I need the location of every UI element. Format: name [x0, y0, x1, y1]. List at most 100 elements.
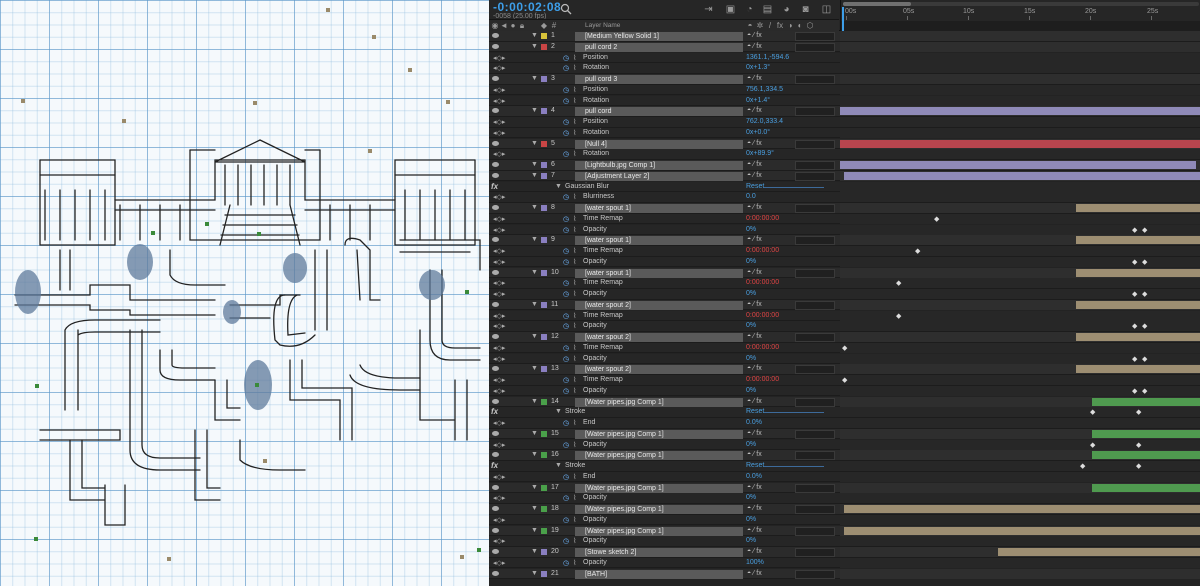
layer-duration-bar[interactable]	[844, 171, 1200, 180]
property-row[interactable]: ◂◇▸ ◷ ⌇ End 0.0%	[489, 418, 1200, 429]
timeline-track[interactable]	[840, 557, 1200, 568]
property-value[interactable]: 0:00:00:00	[746, 215, 779, 222]
layer-name[interactable]: [water spout 2]	[575, 300, 743, 310]
keyframe-navigator-icon[interactable]: ◂◇▸	[493, 441, 505, 449]
layer-switches[interactable]: ◓ ⁄ fx	[747, 505, 762, 512]
property-value[interactable]: 0%	[746, 516, 756, 523]
property-value[interactable]: 0x+1.4°	[746, 97, 770, 104]
keyframe-icon[interactable]: ◆	[1142, 322, 1147, 330]
parent-link-dropdown[interactable]	[795, 451, 835, 461]
graph-icon[interactable]: ⌇	[573, 279, 576, 287]
expand-twirl-icon[interactable]: ▼	[531, 548, 538, 555]
visibility-eye-icon[interactable]	[492, 430, 499, 436]
timeline-track[interactable]	[840, 525, 1200, 536]
timeline-track[interactable]	[840, 41, 1200, 52]
layer-name[interactable]: [Water pipes.jpg Comp 1]	[575, 483, 743, 493]
property-value[interactable]: 100%	[746, 559, 764, 566]
timeline-track[interactable]	[840, 95, 1200, 106]
property-row[interactable]: ◂◇▸ ◷ ⌇ Rotation 0x+89.9°	[489, 149, 1200, 160]
graph-icon[interactable]: ⌇	[573, 355, 576, 363]
layer-row[interactable]: ▼ 12 [water spout 2] ◓ ⁄ fx	[489, 332, 1200, 343]
keyframe-navigator-icon[interactable]: ◂◇▸	[493, 226, 505, 234]
label-color-swatch[interactable]	[541, 527, 547, 534]
layer-duration-bar[interactable]	[840, 107, 1200, 116]
timeline-track[interactable]	[840, 203, 1200, 213]
layer-switches[interactable]: ◓ ⁄ fx	[747, 301, 762, 308]
graph-icon[interactable]: ⌇	[573, 419, 576, 427]
keyframe-icon[interactable]: ◆	[1132, 322, 1137, 330]
expand-twirl-icon[interactable]: ▼	[531, 301, 538, 308]
work-area-bar[interactable]	[843, 2, 1199, 6]
keyframe-navigator-icon[interactable]: ◂◇▸	[493, 54, 505, 62]
parent-link-dropdown[interactable]	[795, 139, 835, 149]
visibility-eye-icon[interactable]	[492, 33, 499, 38]
parent-link-dropdown[interactable]	[795, 42, 835, 52]
property-row[interactable]: ◂◇▸ ◷ ⌇ Position 762.0,333.4	[489, 117, 1200, 128]
graph-icon[interactable]: ⌇	[573, 97, 576, 105]
timeline-track[interactable]	[840, 149, 1200, 160]
parent-link-dropdown[interactable]	[795, 236, 835, 246]
visibility-eye-icon[interactable]	[492, 334, 499, 339]
layer-switches[interactable]: ◓ ⁄ fx	[747, 161, 762, 168]
work-area-range[interactable]	[843, 2, 911, 6]
layer-switches[interactable]: ◓ ⁄ fx	[747, 527, 762, 534]
label-color-swatch[interactable]	[541, 430, 547, 437]
label-color-swatch[interactable]	[541, 570, 547, 577]
expand-twirl-icon[interactable]: ▼	[531, 430, 538, 437]
keyframe-icon[interactable]: ◆	[915, 247, 920, 255]
visibility-eye-icon[interactable]	[492, 76, 499, 81]
graph-icon[interactable]: ⌇	[573, 344, 576, 352]
property-row[interactable]: ◂◇▸ ◷ ⌇ Time Remap 0:00:00:00 ◆	[489, 342, 1200, 354]
timeline-track[interactable]	[840, 74, 1200, 84]
layer-switches[interactable]: ◓ ⁄ fx	[747, 484, 762, 491]
visibility-eye-icon[interactable]	[492, 269, 499, 275]
timeline-track[interactable]: ◆	[840, 375, 1200, 385]
composition-viewer[interactable]	[0, 0, 489, 586]
layer-duration-bar[interactable]	[998, 548, 1200, 556]
shy-layers-icon[interactable]: ◔	[744, 4, 755, 15]
layer-name[interactable]: pull cord 3	[575, 75, 743, 84]
timeline-track[interactable]	[840, 84, 1200, 95]
property-row[interactable]: ◂◇▸ ◷ ⌇ Time Remap 0:00:00:00 ◆	[489, 246, 1200, 257]
timeline-track[interactable]: ◆ ◆	[840, 289, 1200, 299]
layer-row[interactable]: ▼ 5 [Null 4] ◓ ⁄ fx	[489, 138, 1200, 150]
stopwatch-icon[interactable]: ◷	[563, 355, 569, 363]
keyframe-navigator-icon[interactable]: ◂◇▸	[493, 537, 505, 545]
keyframe-icon[interactable]: ◆	[1136, 462, 1141, 470]
timeline-track[interactable]	[840, 514, 1200, 525]
visibility-eye-icon[interactable]	[492, 506, 499, 511]
graph-icon[interactable]: ⌇	[573, 537, 576, 545]
timeline-track[interactable]	[840, 396, 1200, 407]
property-value[interactable]: 0.0%	[746, 473, 762, 480]
timeline-track[interactable]	[840, 138, 1200, 149]
layer-row[interactable]: ▼ 9 [water spout 1] ◓ ⁄ fx	[489, 235, 1200, 246]
parent-link-dropdown[interactable]	[795, 429, 835, 439]
expand-twirl-icon[interactable]: ▼	[555, 462, 562, 469]
keyframe-navigator-icon[interactable]: ◂◇▸	[493, 344, 505, 352]
property-value[interactable]: 0:00:00:00	[746, 312, 779, 319]
timeline-track[interactable]: ◆	[840, 213, 1200, 224]
layer-row[interactable]: ▼ 4 pull cord ◓ ⁄ fx	[489, 106, 1200, 117]
expand-twirl-icon[interactable]: ▼	[531, 204, 538, 211]
parent-link-dropdown[interactable]	[795, 569, 835, 579]
parent-link-dropdown[interactable]	[795, 548, 835, 557]
keyframe-icon[interactable]: ◆	[1142, 290, 1147, 298]
layer-duration-bar[interactable]	[1076, 300, 1200, 309]
label-color-swatch[interactable]	[541, 366, 547, 373]
property-value[interactable]: 0%	[746, 322, 756, 329]
expand-twirl-icon[interactable]: ▼	[531, 333, 538, 340]
timeline-track[interactable]	[840, 471, 1200, 482]
visibility-eye-icon[interactable]	[492, 108, 499, 114]
property-row[interactable]: ◂◇▸ ◷ ⌇ Rotation 0x+1.4°	[489, 95, 1200, 107]
label-color-swatch[interactable]	[541, 398, 547, 405]
layer-duration-bar[interactable]	[840, 161, 1196, 169]
property-value[interactable]: 0%	[746, 537, 756, 544]
label-color-swatch[interactable]	[541, 76, 547, 82]
property-row[interactable]: ◂◇▸ ◷ ⌇ Position 756.1,334.5	[489, 84, 1200, 96]
property-row[interactable]: ◂◇▸ ◷ ⌇ Opacity 0% ◆ ◆	[489, 321, 1200, 332]
layer-row[interactable]: ▼ 17 [Water pipes.jpg Comp 1] ◓ ⁄ fx	[489, 482, 1200, 494]
stopwatch-icon[interactable]: ◷	[563, 97, 569, 105]
parent-link-dropdown[interactable]	[795, 171, 835, 181]
layer-name[interactable]: [Water pipes.jpg Comp 1]	[575, 451, 743, 461]
label-color-swatch[interactable]	[541, 33, 547, 39]
